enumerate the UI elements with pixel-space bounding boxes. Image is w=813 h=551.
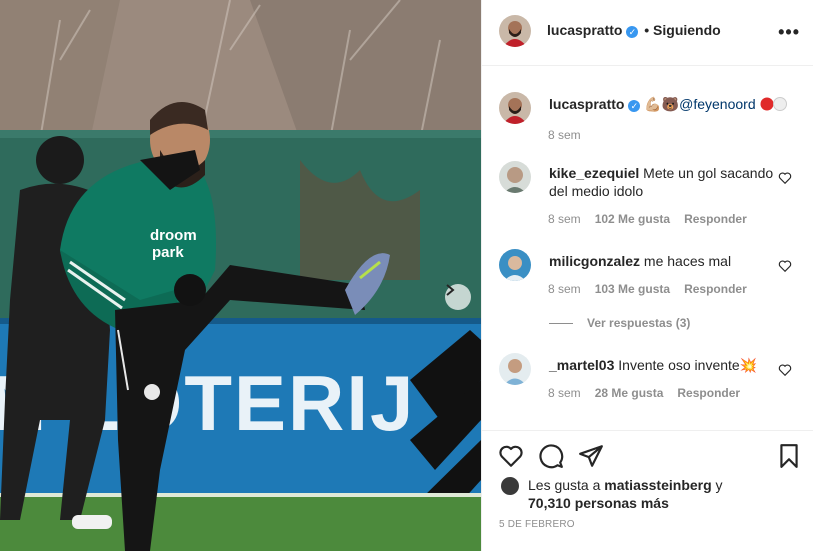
commenter-avatar[interactable]: [499, 353, 531, 385]
comment-meta: 8 sem 102 Me gusta Responder: [548, 212, 747, 226]
comment-time[interactable]: 8 sem: [548, 386, 581, 400]
author-username[interactable]: lucaspratto: [547, 22, 622, 38]
comment-likes[interactable]: 102 Me gusta: [595, 212, 670, 226]
author-avatar[interactable]: [499, 15, 531, 47]
caption-username[interactable]: lucaspratto: [549, 96, 624, 112]
likes-others[interactable]: 70,310 personas más: [528, 495, 669, 511]
caption-mention[interactable]: @feyenoord: [679, 96, 755, 112]
comment-text: kike_ezequiel Mete un gol sacando del me…: [549, 164, 779, 200]
reply-button[interactable]: Responder: [677, 386, 740, 400]
comment-text: milicgonzalez me haces mal: [549, 252, 779, 270]
svg-text:park: park: [152, 244, 184, 261]
author-line: lucaspratto ✓ • Siguiendo: [547, 22, 721, 38]
verified-icon: ✓: [626, 26, 639, 38]
comment-meta: 8 sem 28 Me gusta Responder: [548, 386, 740, 400]
replies-divider: [549, 323, 573, 325]
liker-username[interactable]: matiassteinberg: [604, 477, 711, 493]
liker-avatar[interactable]: [501, 477, 519, 495]
reply-button[interactable]: Responder: [684, 282, 747, 296]
view-replies-button[interactable]: Ver respuestas (3): [549, 316, 690, 330]
photo-scene: N LOTERIJ droom park: [0, 0, 481, 551]
jersey-sponsor: droom: [150, 227, 197, 244]
post-date[interactable]: 5 DE FEBRERO: [499, 519, 575, 530]
like-comment-heart-icon[interactable]: [778, 171, 792, 185]
comment-username[interactable]: kike_ezequiel: [549, 165, 639, 181]
comment-time[interactable]: 8 sem: [548, 282, 581, 296]
like-comment-heart-icon[interactable]: [778, 259, 792, 273]
share-icon[interactable]: [578, 443, 604, 469]
bookmark-icon[interactable]: [776, 443, 802, 469]
comment-likes[interactable]: 103 Me gusta: [595, 282, 670, 296]
comment-text: _martel03 Invente oso invente💥: [549, 356, 779, 374]
author-avatar[interactable]: [499, 92, 531, 124]
like-comment-heart-icon[interactable]: [778, 363, 792, 377]
comment-username[interactable]: _martel03: [549, 357, 614, 373]
view-replies-label[interactable]: Ver respuestas (3): [587, 316, 690, 330]
comment-body: Invente oso invente💥: [618, 357, 758, 373]
comment-icon[interactable]: [538, 443, 564, 469]
caption-emojis: 💪🏼🐻: [644, 96, 680, 112]
comment-username[interactable]: milicgonzalez: [549, 253, 640, 269]
post-side-panel: lucaspratto ✓ • Siguiendo ••• lucaspratt…: [481, 0, 813, 551]
more-options-icon[interactable]: •••: [778, 22, 800, 43]
post-actions: Les gusta a matiassteinberg y 70,310 per…: [482, 430, 813, 551]
commenter-avatar[interactable]: [499, 161, 531, 193]
likes-prefix: Les gusta a: [528, 477, 601, 493]
caption-time[interactable]: 8 sem: [548, 128, 581, 142]
heart-icon[interactable]: [498, 443, 524, 469]
comments-section: lucaspratto ✓ 💪🏼🐻@feyenoord 8 sem kike_e…: [482, 67, 813, 429]
comment-meta: 8 sem 103 Me gusta Responder: [548, 282, 747, 296]
verified-icon: ✓: [628, 100, 641, 112]
post-photo[interactable]: N LOTERIJ droom park: [0, 0, 481, 551]
flags-emoji-icon: [760, 97, 787, 111]
post-header: lucaspratto ✓ • Siguiendo •••: [482, 0, 813, 66]
likes-conj: y: [715, 477, 723, 493]
caption-text: lucaspratto ✓ 💪🏼🐻@feyenoord: [549, 95, 787, 113]
commenter-avatar[interactable]: [499, 249, 531, 281]
follow-status[interactable]: • Siguiendo: [644, 22, 720, 38]
comment-time[interactable]: 8 sem: [548, 212, 581, 226]
comment-body: me haces mal: [643, 253, 732, 269]
chevron-right-icon: [446, 284, 455, 296]
comment-likes[interactable]: 28 Me gusta: [595, 386, 664, 400]
reply-button[interactable]: Responder: [684, 212, 747, 226]
likes-text: Les gusta a matiassteinberg y 70,310 per…: [528, 476, 813, 512]
next-photo-button[interactable]: [445, 284, 471, 310]
